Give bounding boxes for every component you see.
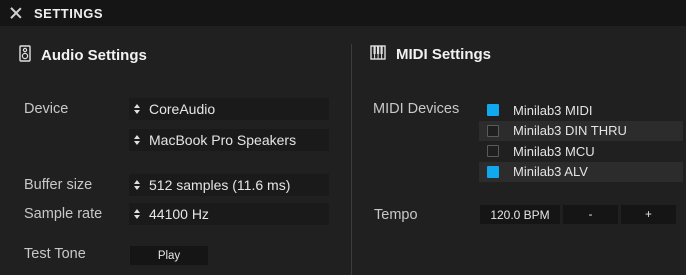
midi-device-item[interactable]: Minilab3 DIN THRU	[479, 120, 683, 141]
speaker-icon	[19, 45, 31, 66]
midi-devices-label: MIDI Devices	[373, 101, 460, 117]
updown-icon	[133, 208, 141, 220]
tempo-decrement-button[interactable]: -	[563, 205, 618, 224]
section-divider	[351, 44, 352, 275]
close-icon[interactable]	[10, 7, 22, 19]
midi-device-item[interactable]: Minilab3 MCU	[479, 141, 683, 161]
midi-device-name: Minilab3 MIDI	[513, 102, 593, 118]
buffer-size-label: Buffer size	[24, 177, 93, 193]
midi-device-name: Minilab3 ALV	[513, 164, 588, 179]
device-label: Device	[24, 101, 69, 117]
tempo-label: Tempo	[374, 207, 418, 223]
tempo-field[interactable]: 120.0 BPM	[480, 205, 560, 224]
output-device-select[interactable]: MacBook Pro Speakers	[129, 129, 329, 151]
tempo-increment-button[interactable]: +	[621, 205, 676, 224]
midi-device-item[interactable]: Minilab3 MIDI	[479, 100, 683, 120]
sample-rate-value: 44100 Hz	[149, 206, 209, 222]
audio-settings-header: Audio Settings	[19, 45, 147, 66]
window-title: SETTINGS	[34, 5, 104, 21]
device-select[interactable]: CoreAudio	[129, 98, 329, 120]
midi-device-item[interactable]: Minilab3 ALV	[479, 161, 683, 182]
buffer-size-value: 512 samples (11.6 ms)	[149, 177, 291, 193]
midi-device-checkbox[interactable]	[487, 124, 499, 137]
piano-keys-icon	[370, 45, 386, 64]
sample-rate-label: Sample rate	[24, 206, 103, 222]
midi-device-name: Minilab3 DIN THRU	[513, 123, 627, 138]
sample-rate-select[interactable]: 44100 Hz	[129, 203, 329, 225]
device-value: CoreAudio	[149, 101, 216, 117]
midi-device-checkbox[interactable]	[487, 104, 499, 116]
midi-device-name: Minilab3 MCU	[513, 143, 595, 159]
updown-icon	[133, 134, 141, 146]
buffer-size-select[interactable]: 512 samples (11.6 ms)	[129, 174, 329, 196]
midi-settings-header: MIDI Settings	[370, 45, 491, 64]
midi-settings-title: MIDI Settings	[396, 46, 492, 63]
output-device-value: MacBook Pro Speakers	[149, 132, 297, 148]
midi-device-checkbox[interactable]	[487, 145, 499, 157]
midi-device-checkbox[interactable]	[487, 165, 499, 178]
title-bar: SETTINGS	[0, 0, 686, 26]
audio-settings-title: Audio Settings	[41, 47, 147, 64]
updown-icon	[133, 179, 141, 191]
test-tone-label: Test Tone	[24, 246, 86, 262]
updown-icon	[133, 103, 141, 115]
midi-device-list: Minilab3 MIDI Minilab3 DIN THRU Minilab3…	[479, 100, 683, 182]
play-button[interactable]: Play	[130, 246, 208, 265]
